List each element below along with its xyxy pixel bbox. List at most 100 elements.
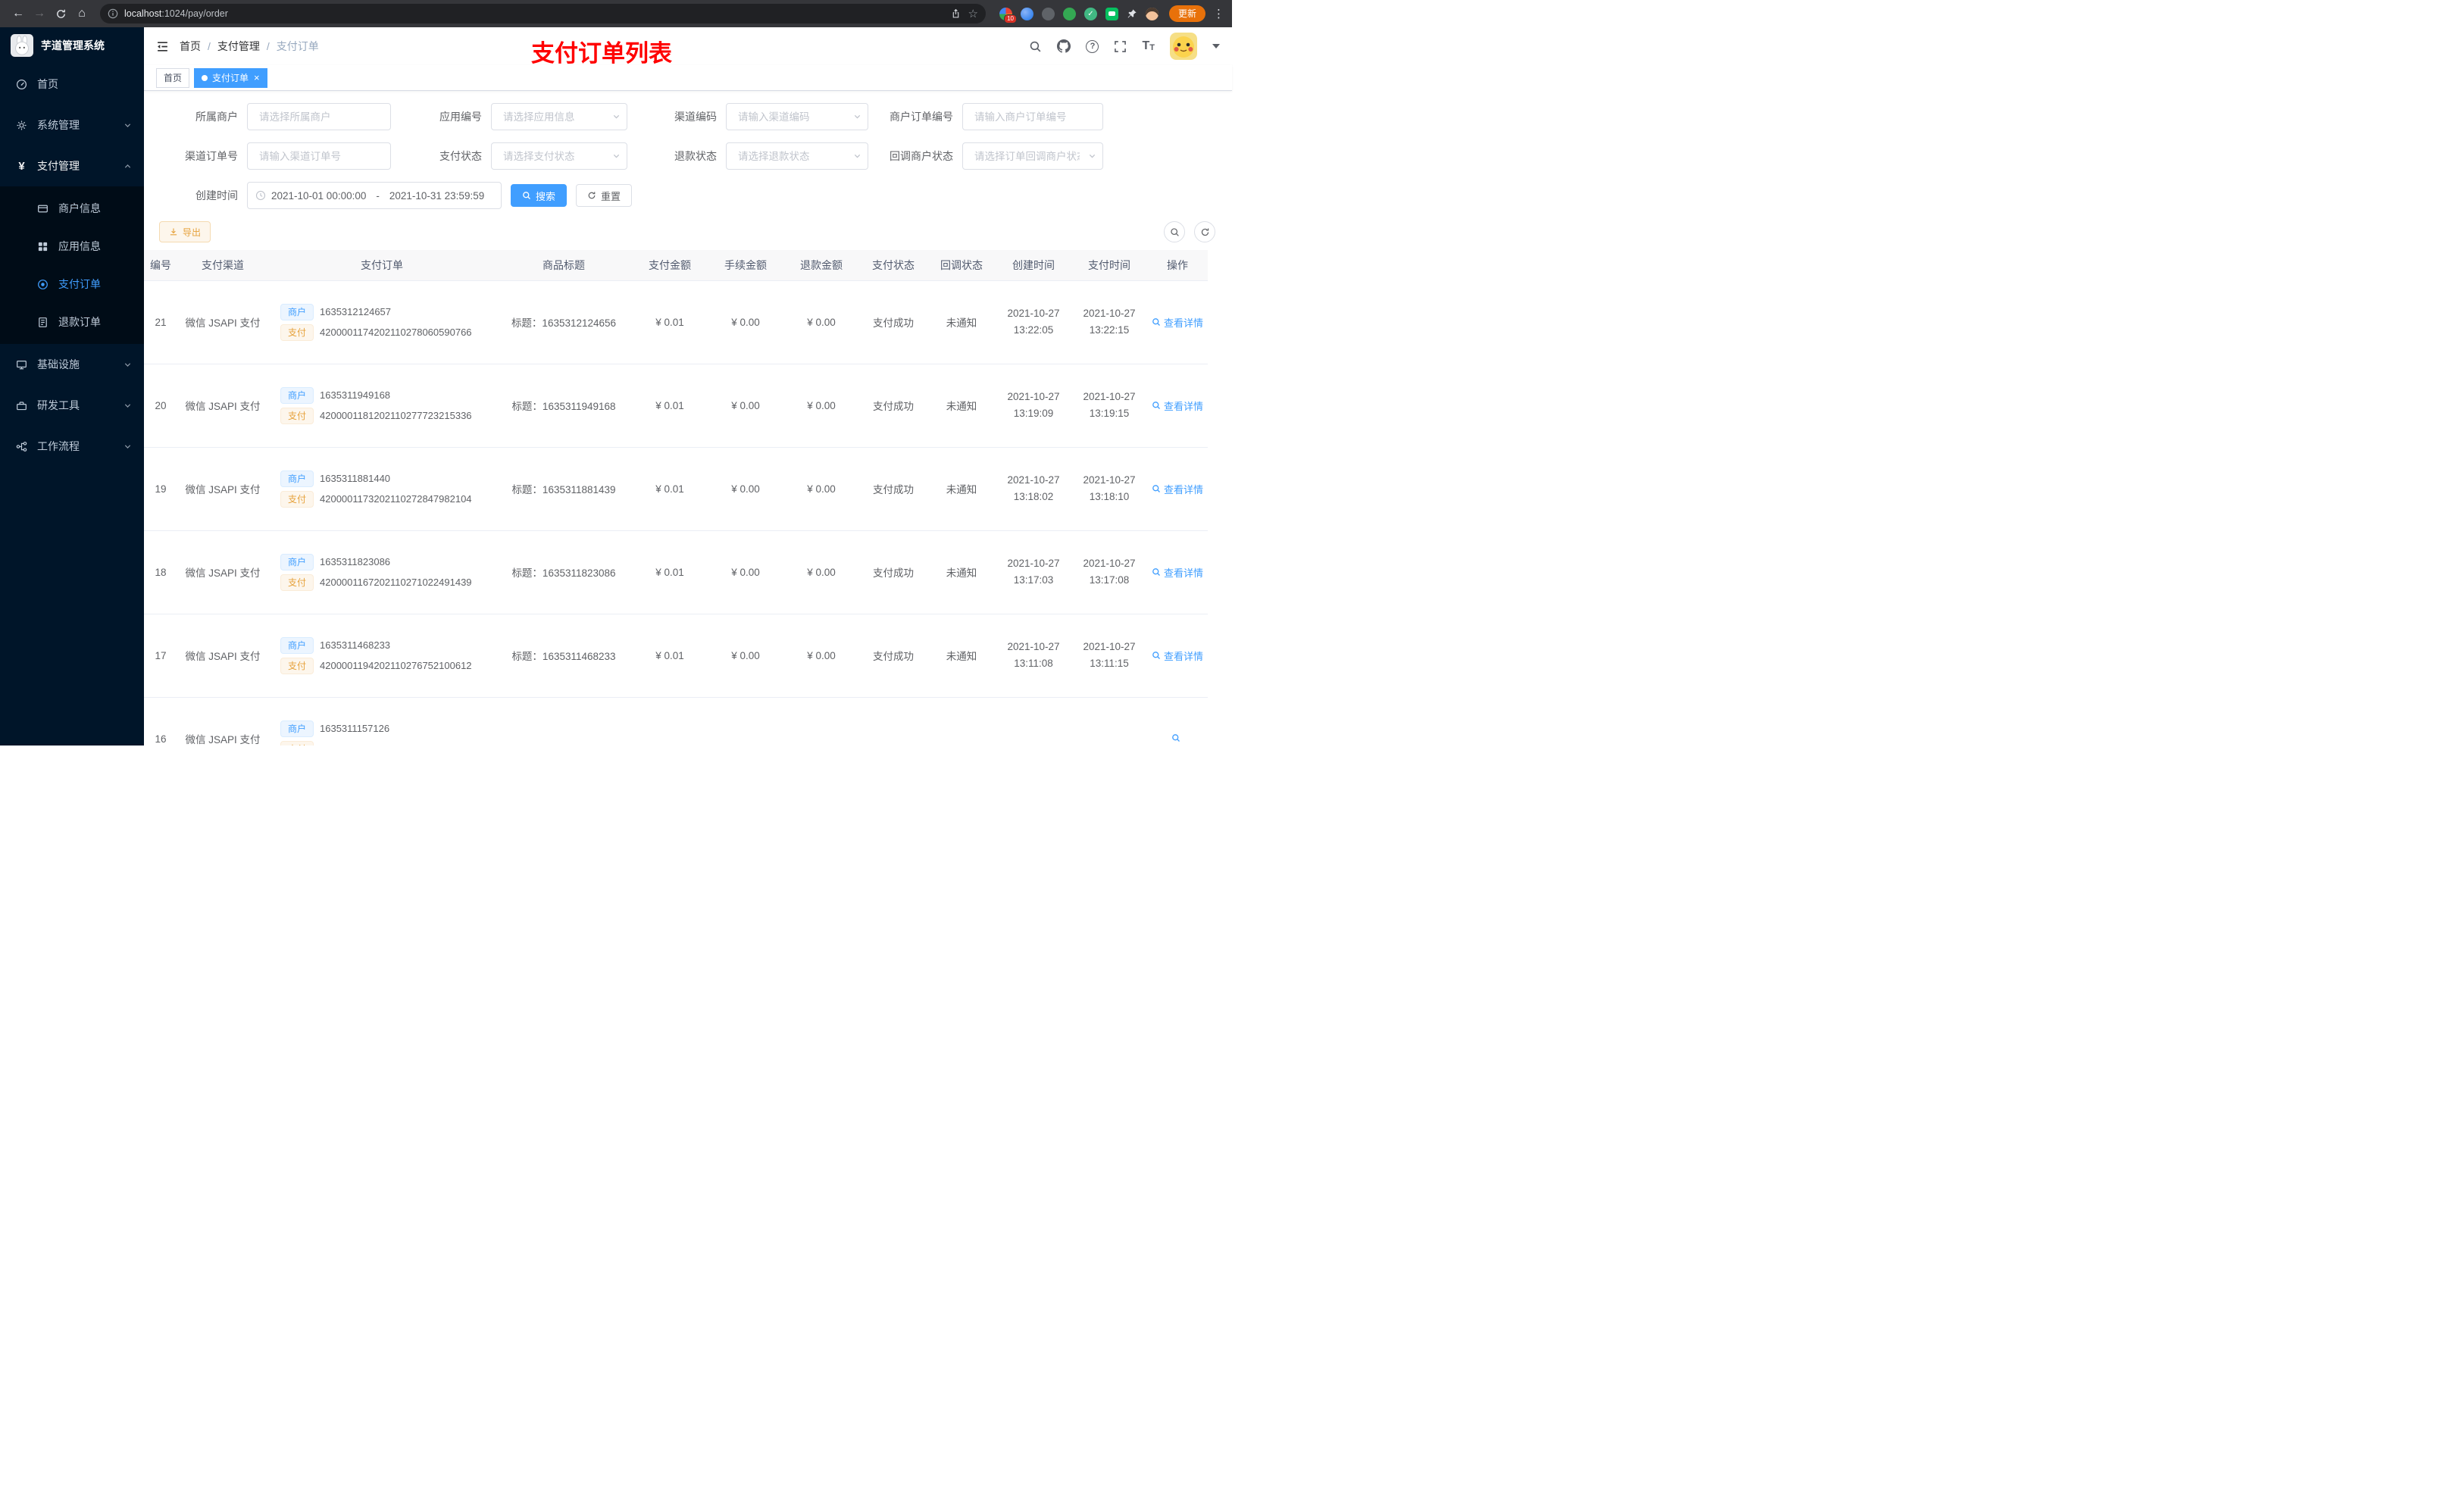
- help-icon[interactable]: ?: [1086, 39, 1099, 53]
- view-detail-link[interactable]: 查看详情: [1152, 482, 1203, 496]
- tab-close-icon[interactable]: ×: [254, 73, 260, 83]
- url-path: :1024/pay/order: [161, 8, 228, 19]
- share-icon[interactable]: [951, 8, 961, 19]
- refund-status-select[interactable]: [726, 142, 868, 170]
- cell-refund: ¥ 0.00: [783, 280, 859, 364]
- col-created: 创建时间: [996, 250, 1071, 281]
- extension-icon-chat[interactable]: [1105, 7, 1118, 20]
- sidebar-item-devtools[interactable]: 研发工具: [0, 385, 144, 426]
- extension-icon-green[interactable]: [1062, 7, 1076, 20]
- yen-icon: ¥: [18, 159, 25, 173]
- browser-update-button[interactable]: 更新: [1168, 5, 1205, 22]
- app-filter-select[interactable]: [491, 103, 627, 130]
- search-icon: [1170, 227, 1179, 236]
- breadcrumb-item[interactable]: 首页: [180, 39, 201, 54]
- sidebar-item-pay[interactable]: ¥ 支付管理: [0, 145, 144, 186]
- fullscreen-icon[interactable]: [1114, 40, 1127, 53]
- forward-button[interactable]: →: [29, 3, 50, 24]
- font-size-icon[interactable]: TT: [1142, 40, 1155, 52]
- date-separator: -: [376, 189, 380, 202]
- tab-home[interactable]: 首页: [156, 67, 190, 88]
- pay-tag: 支付: [280, 324, 314, 341]
- sidebar-item-home[interactable]: 首页: [0, 64, 144, 105]
- reload-button[interactable]: [50, 3, 71, 24]
- sidebar-item-pay-order[interactable]: 支付订单: [0, 265, 144, 303]
- extension-pin-icon[interactable]: [1127, 8, 1137, 19]
- cell-refund: ¥ 0.00: [783, 614, 859, 698]
- filter-label: 所属商户: [195, 111, 238, 123]
- date-range-picker[interactable]: 2021-10-01 00:00:00 - 2021-10-31 23:59:5…: [247, 182, 502, 209]
- extension-icon-colorful[interactable]: 10: [999, 7, 1017, 23]
- sidebar-item-infra[interactable]: 基础设施: [0, 344, 144, 385]
- cell-id: 16: [144, 697, 177, 746]
- col-id: 编号: [144, 250, 177, 281]
- view-detail-link[interactable]: 查看详情: [1152, 399, 1203, 413]
- extension-icon-gray[interactable]: [1041, 7, 1055, 20]
- cell-order: 商户 1635311823086 支付 42000011672021102710…: [268, 530, 496, 614]
- sidebar-item-merchant-info[interactable]: 商户信息: [0, 189, 144, 227]
- sidebar-item-label: 基础设施: [37, 358, 80, 370]
- channel-code-select[interactable]: [726, 103, 868, 130]
- profile-avatar-icon[interactable]: [1145, 7, 1159, 20]
- merchant-filter-input[interactable]: [247, 103, 391, 130]
- view-detail-link[interactable]: 查看详情: [1152, 315, 1203, 330]
- tab-pay-order[interactable]: 支付订单 ×: [194, 67, 267, 88]
- browser-home-button[interactable]: ⌂: [71, 3, 92, 24]
- merchant-order-no: 1635311157126: [320, 723, 390, 734]
- merchant-tag: 商户: [280, 386, 314, 404]
- merchant-order-no-input[interactable]: [962, 103, 1103, 130]
- cell-id: 18: [144, 530, 177, 614]
- filter-label: 渠道编码: [674, 111, 717, 123]
- view-detail-link[interactable]: [1171, 733, 1184, 742]
- search-button[interactable]: 搜索: [511, 184, 568, 207]
- browser-menu-icon[interactable]: ⋮: [1213, 7, 1224, 20]
- export-button[interactable]: 导出: [159, 221, 211, 242]
- refresh-icon: [588, 192, 596, 199]
- caret-down-icon[interactable]: [1212, 44, 1220, 48]
- user-avatar[interactable]: [1170, 33, 1197, 60]
- dashboard-icon: [15, 79, 28, 90]
- breadcrumb-separator: /: [208, 40, 211, 52]
- notify-status-select[interactable]: [962, 142, 1103, 170]
- extension-icon-drop[interactable]: [1020, 7, 1033, 20]
- breadcrumb-item[interactable]: 支付管理: [217, 39, 260, 54]
- view-detail-link[interactable]: 查看详情: [1152, 565, 1203, 580]
- github-icon[interactable]: [1057, 39, 1071, 53]
- pay-tag: 支付: [280, 407, 314, 424]
- info-icon[interactable]: [108, 8, 118, 19]
- sidebar-item-refund-order[interactable]: 退款订单: [0, 303, 144, 341]
- sidebar-item-workflow[interactable]: 工作流程: [0, 426, 144, 467]
- url-bar[interactable]: localhost:1024/pay/order ☆: [100, 4, 986, 23]
- filter-label: 渠道订单号: [185, 150, 238, 162]
- chevron-up-icon: [124, 162, 132, 170]
- search-icon: [1152, 318, 1160, 326]
- cell-status: 支付成功: [859, 280, 927, 364]
- refresh-table-button[interactable]: [1194, 221, 1215, 242]
- cell-paid: [1071, 697, 1147, 746]
- bookmark-star-icon[interactable]: ☆: [968, 7, 978, 20]
- view-detail-link[interactable]: 查看详情: [1152, 649, 1203, 663]
- reset-button[interactable]: 重置: [576, 184, 633, 207]
- sidebar-item-system[interactable]: 系统管理: [0, 105, 144, 145]
- cell-status: 支付成功: [859, 530, 927, 614]
- sidebar-item-app-info[interactable]: 应用信息: [0, 227, 144, 265]
- pay-tag: 支付: [280, 574, 314, 591]
- back-button[interactable]: ←: [8, 3, 29, 24]
- sidebar-toggle[interactable]: [156, 40, 169, 53]
- navbar: 首页 / 支付管理 / 支付订单 支付订单列表 ? TT: [144, 27, 1232, 67]
- extension-icon-check[interactable]: ✓: [1083, 7, 1097, 20]
- date-end: 2021-10-31 23:59:59: [389, 189, 485, 202]
- channel-order-no-input[interactable]: [247, 142, 391, 170]
- col-title: 商品标题: [496, 250, 632, 281]
- app-logo[interactable]: 芋道管理系统: [0, 27, 144, 64]
- monitor-icon: [15, 359, 28, 370]
- pay-order-no: 4200001174202110278060590766: [320, 327, 472, 338]
- search-icon[interactable]: [1029, 40, 1042, 53]
- search-toggle-button[interactable]: [1164, 221, 1185, 242]
- pay-status-select[interactable]: [491, 142, 627, 170]
- cell-created: 2021-10-27 13:22:05: [996, 280, 1071, 364]
- cell-notify: 未通知: [927, 280, 996, 364]
- table-header: 编号 支付渠道 支付订单 商品标题 支付金额 手续金额 退款金额 支付状态 回调…: [144, 250, 1208, 281]
- cell-status: [859, 697, 927, 746]
- cell-title: 标题：1635311949168: [496, 364, 632, 448]
